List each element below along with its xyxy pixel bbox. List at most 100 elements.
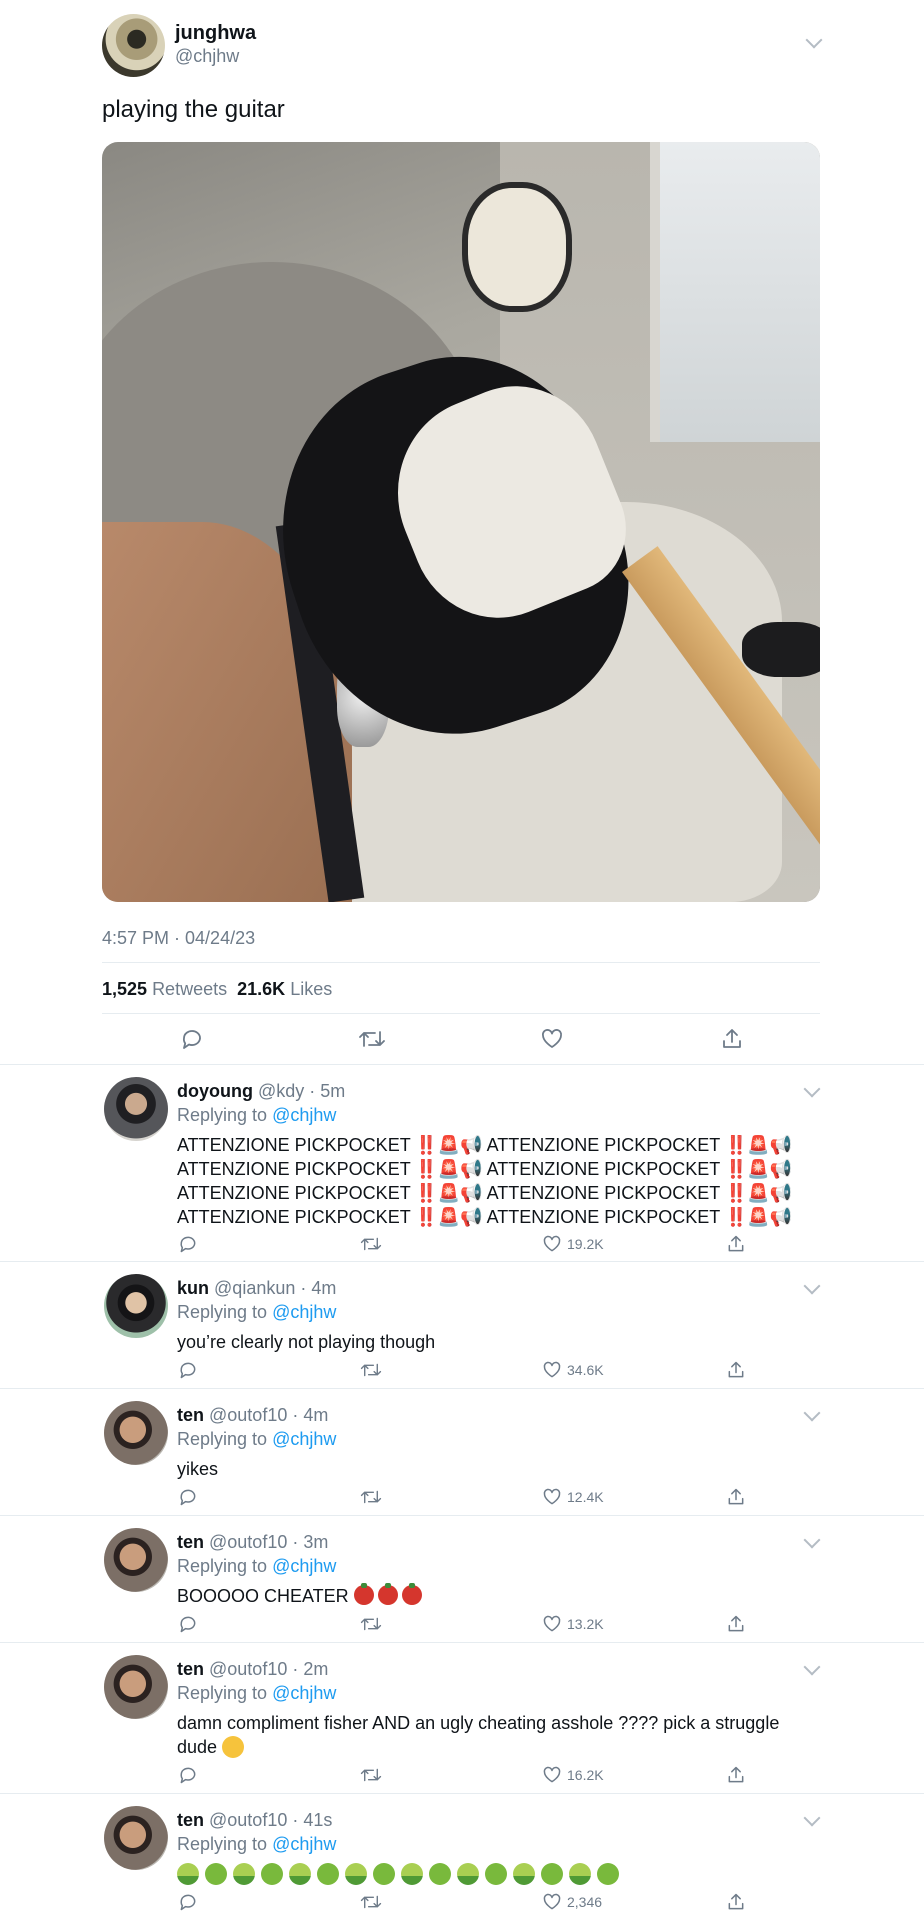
like-count[interactable]: 13.2K <box>567 1616 604 1632</box>
reply-text-line: ATTENZIONE PICKPOCKET ‼️🚨📢 ATTENZIONE PI… <box>177 1207 793 1227</box>
heart-icon[interactable] <box>542 1360 562 1380</box>
avatar[interactable] <box>104 1077 168 1141</box>
heart-icon[interactable] <box>540 1027 564 1051</box>
mention-link[interactable]: @chjhw <box>272 1834 336 1854</box>
like-count[interactable]: 2,346 <box>567 1894 602 1910</box>
avatar[interactable] <box>104 1806 168 1870</box>
reply-tweet[interactable]: ten @outof10 · 41s Replying to @chjhw 2,… <box>0 1794 924 1920</box>
mention-link[interactable]: @chjhw <box>272 1302 336 1322</box>
chevron-down-icon[interactable] <box>803 1277 821 1295</box>
tweet-photo[interactable] <box>102 142 820 902</box>
retweet-icon[interactable] <box>360 1234 382 1254</box>
chevron-down-icon[interactable] <box>803 1809 821 1827</box>
share-icon[interactable] <box>726 1360 746 1380</box>
heart-icon[interactable] <box>542 1487 562 1507</box>
nauseated-face-icon <box>597 1863 619 1885</box>
chevron-down-icon[interactable] <box>803 1531 821 1549</box>
reply-author: doyoung @kdy · 5m <box>177 1081 345 1102</box>
mention-link[interactable]: @chjhw <box>272 1429 336 1449</box>
likes-label[interactable]: Likes <box>290 979 332 999</box>
reply-text: damn compliment fisher AND an ugly cheat… <box>177 1711 817 1759</box>
heart-icon[interactable] <box>542 1614 562 1634</box>
retweet-icon[interactable] <box>358 1027 386 1051</box>
share-icon[interactable] <box>726 1614 746 1634</box>
avatar[interactable] <box>104 1655 168 1719</box>
like-count[interactable]: 16.2K <box>567 1767 604 1783</box>
like-count[interactable]: 19.2K <box>567 1236 604 1252</box>
retweets-label[interactable]: Retweets <box>152 979 227 999</box>
like-count[interactable]: 34.6K <box>567 1362 604 1378</box>
chevron-down-icon[interactable] <box>803 1658 821 1676</box>
comment-icon[interactable] <box>178 1487 198 1507</box>
comment-icon[interactable] <box>178 1614 198 1634</box>
reply-tweet[interactable]: ten @outof10 · 2m Replying to @chjhw dam… <box>0 1643 924 1793</box>
like-count[interactable]: 12.4K <box>567 1489 604 1505</box>
reply-tweet[interactable]: doyoung @kdy · 5m Replying to @chjhw ATT… <box>0 1065 924 1261</box>
author-handle-time[interactable]: @outof10 · 2m <box>209 1659 328 1679</box>
comment-icon[interactable] <box>180 1027 204 1051</box>
reply-author: ten @outof10 · 2m <box>177 1659 328 1680</box>
replying-to: Replying to @chjhw <box>177 1429 336 1450</box>
chevron-down-icon[interactable] <box>803 1404 821 1422</box>
author-name[interactable]: ten <box>177 1405 204 1425</box>
retweet-icon[interactable] <box>360 1487 382 1507</box>
reply-actions: 34.6K <box>0 1358 924 1382</box>
likes-count[interactable]: 21.6K <box>237 979 285 999</box>
mention-link[interactable]: @chjhw <box>272 1556 336 1576</box>
tweet-text: playing the guitar <box>102 96 285 123</box>
retweet-icon[interactable] <box>360 1765 382 1785</box>
reply-tweet[interactable]: ten @outof10 · 3m Replying to @chjhw BOO… <box>0 1516 924 1642</box>
author-name[interactable]: kun <box>177 1278 209 1298</box>
replying-to-label: Replying to <box>177 1429 268 1449</box>
comment-icon[interactable] <box>178 1892 198 1912</box>
sneezing-face-icon <box>222 1736 245 1758</box>
comment-icon[interactable] <box>178 1234 198 1254</box>
share-icon[interactable] <box>720 1027 744 1051</box>
avatar[interactable] <box>104 1274 168 1338</box>
author-handle-time[interactable]: @outof10 · 41s <box>209 1810 332 1830</box>
reply-actions: 2,346 <box>0 1890 924 1914</box>
avatar[interactable] <box>104 1528 168 1592</box>
share-icon[interactable] <box>726 1234 746 1254</box>
share-icon[interactable] <box>726 1892 746 1912</box>
replying-to-label: Replying to <box>177 1683 268 1703</box>
vomiting-face-icon <box>289 1863 311 1885</box>
reply-actions: 19.2K <box>0 1232 924 1256</box>
nauseated-face-icon <box>541 1863 563 1885</box>
retweet-icon[interactable] <box>360 1614 382 1634</box>
author-name[interactable]: doyoung <box>177 1081 253 1101</box>
heart-icon[interactable] <box>542 1234 562 1254</box>
reply-text <box>177 1862 817 1886</box>
comment-icon[interactable] <box>178 1765 198 1785</box>
heart-icon[interactable] <box>542 1892 562 1912</box>
author-handle-time[interactable]: @kdy · 5m <box>258 1081 345 1101</box>
author-name[interactable]: ten <box>177 1810 204 1830</box>
author-name[interactable]: junghwa <box>175 22 256 45</box>
author-handle[interactable]: @chjhw <box>175 46 239 67</box>
share-icon[interactable] <box>726 1765 746 1785</box>
comment-icon[interactable] <box>178 1360 198 1380</box>
reply-tweet[interactable]: ten @outof10 · 4m Replying to @chjhw yik… <box>0 1389 924 1515</box>
chevron-down-icon[interactable] <box>803 1080 821 1098</box>
author-name[interactable]: ten <box>177 1659 204 1679</box>
author-handle-time[interactable]: @qiankun · 4m <box>214 1278 336 1298</box>
avatar[interactable] <box>104 1401 168 1465</box>
replying-to: Replying to @chjhw <box>177 1683 336 1704</box>
mention-link[interactable]: @chjhw <box>272 1683 336 1703</box>
retweet-icon[interactable] <box>360 1892 382 1912</box>
retweets-count[interactable]: 1,525 <box>102 979 147 999</box>
avatar[interactable] <box>102 14 165 77</box>
chevron-down-icon[interactable] <box>805 31 823 49</box>
main-tweet: junghwa @chjhw playing the guitar 4:57 P… <box>0 0 924 1064</box>
share-icon[interactable] <box>726 1487 746 1507</box>
mention-link[interactable]: @chjhw <box>272 1105 336 1125</box>
author-handle-time[interactable]: @outof10 · 4m <box>209 1405 328 1425</box>
heart-icon[interactable] <box>542 1765 562 1785</box>
retweet-icon[interactable] <box>360 1360 382 1380</box>
author-name[interactable]: ten <box>177 1532 204 1552</box>
tweet-timestamp[interactable]: 4:57 PM · 04/24/23 <box>102 928 255 949</box>
reply-author: ten @outof10 · 41s <box>177 1810 332 1831</box>
reply-tweet[interactable]: kun @qiankun · 4m Replying to @chjhw you… <box>0 1262 924 1388</box>
author-handle-time[interactable]: @outof10 · 3m <box>209 1532 328 1552</box>
vomiting-face-icon <box>233 1863 255 1885</box>
